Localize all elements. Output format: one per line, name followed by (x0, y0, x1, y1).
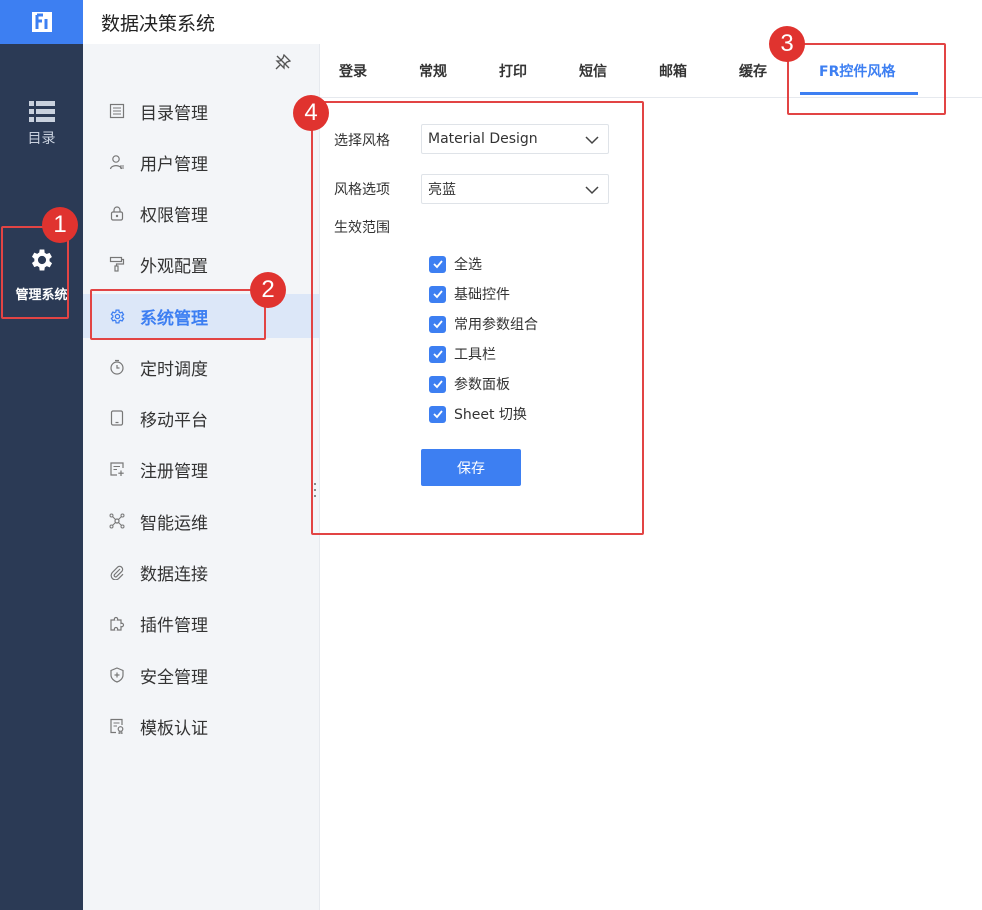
left-rail: 目录 管理系统 (0, 0, 83, 910)
tab-login[interactable]: 登录 (339, 44, 367, 98)
sidebar-item-permission-mgmt[interactable]: 权限管理 (83, 191, 320, 235)
sidebar-item-mobile[interactable]: 移动平台 (83, 396, 320, 440)
app-root: 目录 管理系统 数据决策系统 目录管理 用户管理 权限管理 外观配置 系统管理 … (0, 0, 982, 910)
sidebar-item-label: 智能运维 (140, 513, 208, 534)
pin-icon[interactable] (275, 53, 292, 74)
sidebar-item-label: 定时调度 (140, 359, 208, 380)
lock-icon (108, 204, 126, 222)
sidebar-item-label: 移动平台 (140, 410, 208, 431)
sidebar-item-label: 用户管理 (140, 154, 208, 175)
list-icon (28, 101, 55, 122)
rail-item-catalog-label: 目录 (27, 131, 56, 147)
annotation-marker-2: 2 (250, 272, 286, 308)
tab-email[interactable]: 邮箱 (659, 44, 687, 98)
rail-item-catalog[interactable]: 目录 (0, 100, 83, 148)
annotation-marker-4: 4 (293, 95, 329, 131)
annotation-marker-1: 1 (42, 207, 78, 243)
sidebar-item-label: 安全管理 (140, 667, 208, 688)
sidebar-item-catalog-mgmt[interactable]: 目录管理 (83, 89, 320, 133)
sidebar-item-register[interactable]: 注册管理 (83, 447, 320, 491)
tab-print[interactable]: 打印 (499, 44, 527, 98)
sidebar-item-label: 外观配置 (140, 256, 208, 277)
timer-icon (108, 358, 126, 376)
sidebar-item-label: 插件管理 (140, 615, 208, 636)
sidebar-item-plugin[interactable]: 插件管理 (83, 601, 320, 645)
tab-sms[interactable]: 短信 (579, 44, 607, 98)
sidebar-item-appearance[interactable]: 外观配置 (83, 242, 320, 286)
sidebar-item-security[interactable]: 安全管理 (83, 653, 320, 697)
sidebar-item-label: 模板认证 (140, 718, 208, 739)
annotation-box-3 (787, 43, 946, 115)
sidebar-item-template-cert[interactable]: 模板认证 (83, 704, 320, 748)
sidebar-item-label: 数据连接 (140, 564, 208, 585)
sidebar-item-schedule[interactable]: 定时调度 (83, 345, 320, 389)
user-icon (108, 153, 126, 171)
app-title: 数据决策系统 (101, 12, 216, 35)
sidebar-item-label: 注册管理 (140, 461, 208, 482)
logo (0, 0, 83, 44)
paint-roller-icon (108, 255, 126, 273)
annotation-box-4 (311, 101, 644, 535)
list-icon (108, 102, 126, 120)
network-icon (108, 512, 126, 530)
tab-cache[interactable]: 缓存 (739, 44, 767, 98)
tab-general[interactable]: 常规 (419, 44, 447, 98)
puzzle-icon (108, 614, 126, 632)
sidebar-item-ops[interactable]: 智能运维 (83, 499, 320, 543)
sidebar-item-label: 目录管理 (140, 103, 208, 124)
annotation-box-2 (90, 289, 266, 340)
shield-icon (108, 666, 126, 684)
paperclip-icon (108, 563, 126, 581)
tablet-icon (108, 409, 126, 427)
register-icon (108, 460, 126, 478)
top-header: 数据决策系统 (83, 0, 982, 44)
logo-icon (31, 12, 52, 32)
sidebar-item-user-mgmt[interactable]: 用户管理 (83, 140, 320, 184)
sidebar-item-label: 权限管理 (140, 205, 208, 226)
secondary-nav: 目录管理 用户管理 权限管理 外观配置 系统管理 定时调度 移动平台 注册管理 (83, 44, 320, 910)
annotation-marker-3: 3 (769, 26, 805, 62)
sidebar-item-data-connection[interactable]: 数据连接 (83, 550, 320, 594)
certificate-icon (108, 717, 126, 735)
